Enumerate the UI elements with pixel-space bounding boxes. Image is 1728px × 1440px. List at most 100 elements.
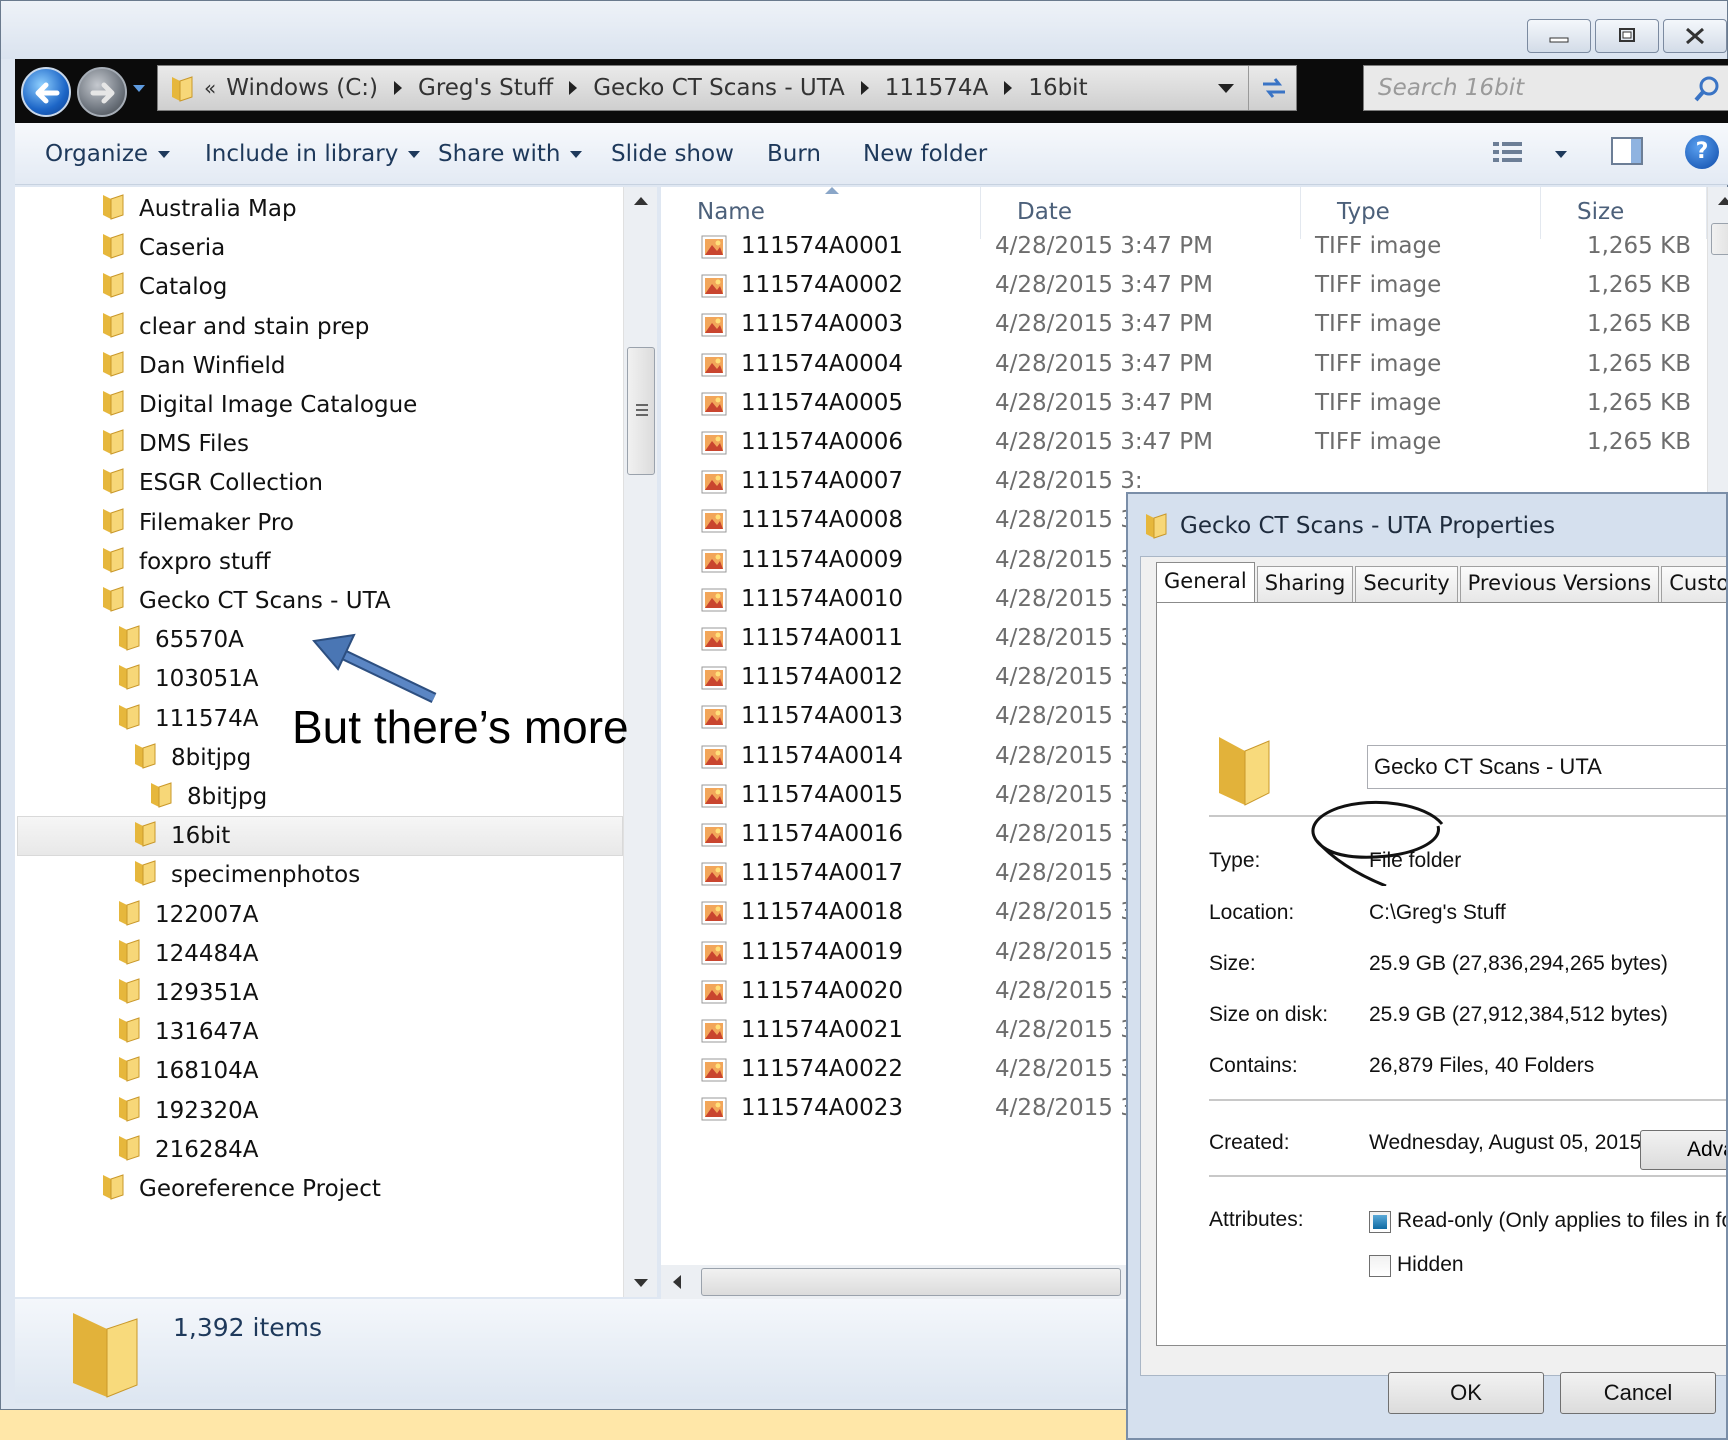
tree-item[interactable]: Dan Winfield (99, 346, 286, 386)
tree-item[interactable]: 103051A (115, 659, 259, 699)
tree-item[interactable]: Australia Map (99, 189, 297, 229)
file-row[interactable]: 111574A0002 4/28/2015 3:47 PM TIFF image 1,… (661, 266, 1707, 306)
breadcrumb-4[interactable]: 16bit (1028, 75, 1087, 101)
file-row[interactable]: 111574A0001 4/28/2015 3:47 PM TIFF image 1,… (661, 227, 1707, 267)
breadcrumb-separator[interactable] (1004, 81, 1013, 95)
tiff-file-icon (701, 1058, 727, 1088)
new-folder-button[interactable]: New folder (863, 141, 987, 167)
ok-button[interactable]: OK (1388, 1372, 1544, 1414)
burn-button[interactable]: Burn (767, 141, 821, 167)
tree-item[interactable]: specimenphotos (131, 855, 360, 895)
folder-icon (131, 857, 157, 893)
file-row[interactable]: 111574A0005 4/28/2015 3:47 PM TIFF image 1,… (661, 384, 1707, 424)
scroll-up-arrow-icon[interactable] (634, 197, 648, 205)
file-row[interactable]: 111574A0003 4/28/2015 3:47 PM TIFF image 1,… (661, 305, 1707, 345)
file-name: 111574A0019 (741, 938, 904, 965)
overflow-chevron[interactable]: « (204, 76, 216, 100)
breadcrumb-separator[interactable] (394, 81, 402, 95)
tree-item[interactable]: 168104A (115, 1051, 259, 1091)
tab-security[interactable]: Security (1355, 566, 1458, 602)
tree-item-label: 129351A (155, 980, 259, 1006)
close-button[interactable] (1663, 19, 1727, 53)
tab-sharing[interactable]: Sharing (1256, 566, 1354, 602)
file-date: 4/28/2015 3: (995, 546, 1143, 573)
search-input[interactable]: Search 16bit (1363, 65, 1728, 111)
details-view-icon[interactable] (1491, 139, 1525, 167)
tree-item-label: Catalog (139, 274, 228, 301)
recent-pages-dropdown[interactable] (133, 85, 145, 92)
folder-name-field[interactable]: Gecko CT Scans - UTA (1367, 745, 1726, 789)
tree-item[interactable]: 16bit (131, 816, 230, 856)
file-row[interactable]: 111574A0004 4/28/2015 3:47 PM TIFF image 1,… (661, 345, 1707, 385)
tree-item[interactable]: 124484A (115, 934, 259, 974)
breadcrumb-1[interactable]: Greg's Stuff (418, 75, 593, 101)
tiff-file-icon (701, 353, 727, 383)
tree-item[interactable]: Caseria (99, 228, 225, 268)
maximize-button[interactable] (1595, 19, 1659, 53)
folder-icon (99, 348, 125, 384)
tree-item[interactable]: 65570A (115, 620, 244, 660)
refresh-button[interactable] (1248, 66, 1296, 110)
scrollbar-thumb[interactable] (627, 347, 655, 475)
tree-item-label: Filemaker Pro (139, 509, 294, 536)
address-bar[interactable]: « Windows (C:) Greg's Stuff Gecko CT Sca… (157, 65, 1297, 111)
tree-item[interactable]: DMS Files (99, 424, 249, 464)
file-row[interactable]: 111574A0006 4/28/2015 3:47 PM TIFF image 1,… (661, 423, 1707, 463)
tab-general[interactable]: General (1156, 562, 1255, 606)
back-button[interactable] (21, 67, 71, 117)
horizontal-scrollbar[interactable] (661, 1265, 1135, 1299)
tree-item[interactable]: clear and stain prep (99, 307, 369, 347)
readonly-checkbox[interactable] (1369, 1211, 1391, 1233)
breadcrumb-separator[interactable] (569, 81, 578, 95)
file-date: 4/28/2015 3: (995, 860, 1143, 887)
tree-item[interactable]: 111574A (115, 699, 259, 739)
breadcrumb-0[interactable]: Windows (C:) (226, 75, 418, 101)
navigation-bar: « Windows (C:) Greg's Stuff Gecko CT Sca… (15, 59, 1728, 123)
tree-item[interactable]: 192320A (115, 1091, 259, 1131)
tree-item[interactable]: 216284A (115, 1130, 259, 1170)
address-history-dropdown[interactable] (1218, 84, 1234, 93)
scrollbar-thumb[interactable] (1711, 223, 1728, 255)
tree-item[interactable]: Catalog (99, 267, 227, 307)
tree-item[interactable]: Gecko CT Scans - UTA (99, 581, 391, 621)
slide-show-button[interactable]: Slide show (611, 141, 734, 167)
scroll-up-arrow-icon[interactable] (1718, 197, 1728, 205)
tree-item[interactable]: Digital Image Catalogue (99, 385, 417, 425)
scroll-left-arrow-icon[interactable] (673, 1275, 681, 1289)
advanced-button[interactable]: Advanced... (1640, 1130, 1726, 1170)
preview-pane-icon[interactable] (1611, 137, 1643, 165)
view-options-dropdown[interactable] (1555, 151, 1567, 158)
tree-item[interactable]: Georeference Project (99, 1169, 381, 1209)
tree-item[interactable]: foxpro stuff (99, 542, 270, 582)
breadcrumb-3[interactable]: 111574A (885, 75, 1029, 101)
tree-item[interactable]: Filemaker Pro (99, 503, 294, 543)
size-on-disk-label: Size on disk: (1209, 1003, 1329, 1026)
tree-item[interactable]: 122007A (115, 895, 259, 935)
breadcrumb-separator[interactable] (860, 81, 869, 95)
organize-label: Organize (45, 141, 149, 167)
tree-item[interactable]: 129351A (115, 973, 259, 1013)
tree-item[interactable]: 131647A (115, 1012, 259, 1052)
minimize-icon (1549, 37, 1569, 43)
organize-menu[interactable]: Organize (45, 141, 171, 167)
file-date: 4/28/2015 3: (995, 585, 1143, 612)
hidden-checkbox[interactable] (1369, 1255, 1391, 1277)
tree-item-label: 192320A (155, 1097, 259, 1124)
scrollbar-thumb[interactable] (701, 1268, 1121, 1296)
tiff-file-icon (701, 1097, 727, 1127)
tree-item[interactable]: ESGR Collection (99, 463, 323, 503)
tab-customize[interactable]: Customize (1661, 566, 1726, 602)
include-in-library-menu[interactable]: Include in library (205, 141, 421, 167)
search-icon[interactable] (1692, 74, 1722, 104)
tab-previous-versions[interactable]: Previous Versions (1459, 566, 1660, 602)
scroll-down-arrow-icon[interactable] (634, 1279, 648, 1287)
forward-button[interactable] (77, 67, 127, 117)
tree-item-label: ESGR Collection (139, 470, 324, 497)
minimize-button[interactable] (1527, 19, 1591, 53)
tree-item[interactable]: 8bitjpg (131, 738, 251, 778)
tree-item[interactable]: 8bitjpg (147, 777, 267, 817)
help-icon[interactable]: ? (1685, 135, 1719, 169)
cancel-button[interactable]: Cancel (1560, 1372, 1716, 1414)
share-with-menu[interactable]: Share with (438, 141, 583, 167)
breadcrumb-2[interactable]: Gecko CT Scans - UTA (593, 75, 885, 101)
